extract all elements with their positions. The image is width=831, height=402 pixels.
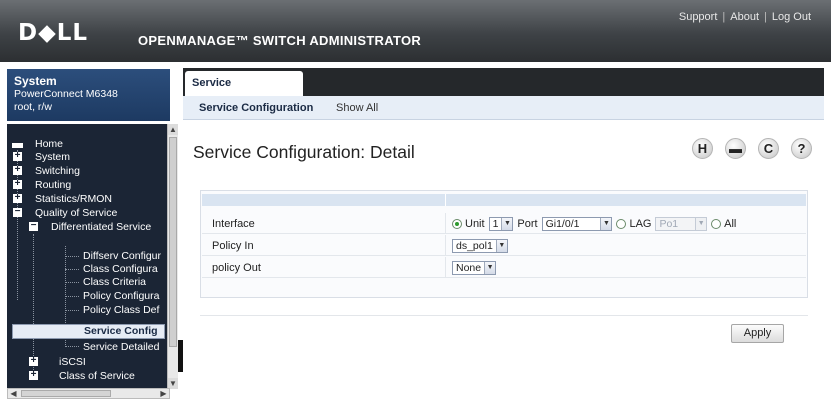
- chevron-down-icon: ▼: [695, 217, 707, 230]
- tab-service-configuration[interactable]: Service Configuration: [185, 71, 303, 114]
- tree-connector: [65, 269, 79, 270]
- lag-select[interactable]: Po1 ▼: [655, 216, 708, 231]
- policy-in-select[interactable]: ds_pol1 ▼: [452, 238, 508, 253]
- scroll-thumb[interactable]: [21, 390, 111, 397]
- scroll-left-arrow-icon[interactable]: ◀: [8, 389, 19, 398]
- tree-item-switching[interactable]: Switching: [35, 165, 80, 177]
- policy-out-select[interactable]: None ▼: [452, 260, 497, 275]
- subnav-show-all[interactable]: Show All: [336, 102, 378, 114]
- tree-item-home[interactable]: Home: [35, 138, 63, 150]
- apply-button[interactable]: Apply: [731, 324, 784, 343]
- navigation-tree: Home + System + Switching + Routing + St…: [7, 124, 178, 389]
- chevron-down-icon: ▼: [501, 217, 513, 230]
- tree-item-iscsi[interactable]: iSCSI: [59, 356, 86, 368]
- home-icon: [12, 143, 23, 148]
- tree-item-differentiated-service[interactable]: Differentiated Service: [51, 221, 151, 233]
- support-link[interactable]: Support: [679, 11, 718, 23]
- save-icon[interactable]: H: [692, 138, 713, 159]
- tree-item-class-of-service[interactable]: Class of Service: [59, 370, 135, 382]
- lag-radio[interactable]: [616, 218, 627, 229]
- help-icon[interactable]: ?: [791, 138, 812, 159]
- all-radio[interactable]: [711, 218, 722, 229]
- tree-connector: [65, 282, 79, 283]
- collapse-minus-icon[interactable]: −: [13, 207, 22, 217]
- tree-item-system[interactable]: System: [35, 151, 70, 163]
- policy-in-label: Policy In: [212, 240, 254, 252]
- policy-out-controls: None ▼: [452, 260, 500, 275]
- expand-plus-icon[interactable]: +: [13, 179, 22, 189]
- logout-link[interactable]: Log Out: [772, 11, 811, 23]
- page-title: Service Configuration: Detail: [193, 142, 415, 162]
- tree-horizontal-scrollbar[interactable]: ◀ ▶: [7, 388, 170, 399]
- link-separator: |: [722, 11, 726, 23]
- tree-item-policy-configuration[interactable]: Policy Configura: [83, 290, 159, 302]
- unit-label: Unit: [465, 217, 485, 230]
- tree-item-routing[interactable]: Routing: [35, 179, 71, 191]
- system-title: System: [14, 74, 57, 88]
- scroll-up-arrow-icon[interactable]: ▲: [168, 124, 178, 135]
- tree-vertical-scrollbar[interactable]: ▲ ▼: [167, 124, 178, 389]
- tree-item-quality-of-service[interactable]: Quality of Service: [35, 207, 117, 219]
- expand-plus-icon[interactable]: +: [13, 165, 22, 175]
- tree-connector: [65, 346, 79, 347]
- panel-resize-handle[interactable]: [178, 340, 183, 372]
- unit-select[interactable]: 1 ▼: [488, 216, 514, 231]
- tree-item-class-criteria[interactable]: Class Criteria: [83, 276, 146, 288]
- tree-connector: [65, 296, 79, 297]
- subnav-service-configuration[interactable]: Service Configuration: [199, 102, 313, 114]
- all-label: All: [724, 217, 737, 230]
- expand-plus-icon[interactable]: +: [13, 151, 22, 161]
- chevron-down-icon: ▼: [495, 239, 507, 252]
- interface-label: Interface: [212, 218, 255, 230]
- system-model: PowerConnect M6348: [14, 88, 118, 100]
- interface-controls: Unit 1 ▼ Port Gi1/0/1 ▼ LAG Po1 ▼ All: [452, 216, 740, 231]
- unit-radio[interactable]: [452, 218, 462, 229]
- chevron-down-icon: ▼: [484, 261, 496, 274]
- port-select[interactable]: Gi1/0/1 ▼: [541, 216, 613, 231]
- about-link[interactable]: About: [730, 11, 759, 23]
- policy-in-value: ds_pol1: [456, 239, 493, 252]
- system-user: root, r/w: [14, 101, 52, 113]
- unit-value: 1: [492, 217, 499, 230]
- sub-navigation: Service Configuration Show All: [183, 96, 824, 120]
- expand-plus-icon[interactable]: +: [29, 356, 38, 366]
- tree-item-policy-class-definition[interactable]: Policy Class Def: [83, 304, 159, 316]
- port-value: Gi1/0/1: [545, 217, 580, 230]
- policy-out-row: policy Out None ▼: [202, 257, 806, 278]
- expand-plus-icon[interactable]: +: [29, 370, 38, 380]
- top-links: Support | About | Log Out: [679, 11, 811, 23]
- refresh-icon[interactable]: C: [758, 138, 779, 159]
- policy-out-label: policy Out: [212, 262, 261, 274]
- scroll-right-arrow-icon[interactable]: ▶: [158, 389, 169, 398]
- scroll-thumb[interactable]: [169, 137, 177, 347]
- tree-item-statistics-rmon[interactable]: Statistics/RMON: [35, 193, 112, 205]
- link-separator: |: [764, 11, 767, 23]
- expand-plus-icon[interactable]: +: [13, 193, 22, 203]
- port-label: Port: [517, 217, 538, 230]
- tree-content: Home + System + Switching + Routing + St…: [7, 124, 167, 389]
- lag-value: Po1: [659, 217, 679, 230]
- service-detail-form: Interface Unit 1 ▼ Port Gi1/0/1 ▼ LAG Po1 ▼…: [200, 190, 808, 298]
- tree-item-diffserv-configuration[interactable]: Diffserv Configur: [83, 250, 161, 262]
- tree-connector: [65, 256, 79, 257]
- divider: [200, 315, 808, 316]
- policy-in-controls: ds_pol1 ▼: [452, 238, 512, 253]
- app-title: OPENMANAGE™ SWITCH ADMINISTRATOR: [138, 33, 422, 48]
- form-header-bar: [202, 194, 806, 206]
- app-header: D◆LL OPENMANAGE™ SWITCH ADMINISTRATOR Su…: [0, 0, 831, 62]
- system-info-panel: System PowerConnect M6348 root, r/w: [7, 69, 170, 121]
- chevron-down-icon: ▼: [600, 217, 612, 230]
- tab-bar: Service Configuration: [183, 68, 824, 114]
- tree-item-service-configuration[interactable]: Service Config: [12, 324, 165, 339]
- tree-connector: [65, 310, 79, 311]
- interface-row: Interface Unit 1 ▼ Port Gi1/0/1 ▼ LAG Po1 ▼…: [202, 213, 806, 234]
- tree-item-service-detailed[interactable]: Service Detailed: [83, 341, 159, 353]
- print-icon[interactable]: ▬: [725, 138, 746, 159]
- lag-label: LAG: [629, 217, 652, 230]
- dell-logo: D◆LL: [18, 20, 89, 46]
- tree-item-class-configuration[interactable]: Class Configura: [83, 263, 158, 275]
- policy-out-value: None: [456, 261, 482, 274]
- collapse-minus-icon[interactable]: −: [29, 221, 38, 231]
- policy-in-row: Policy In ds_pol1 ▼: [202, 235, 806, 256]
